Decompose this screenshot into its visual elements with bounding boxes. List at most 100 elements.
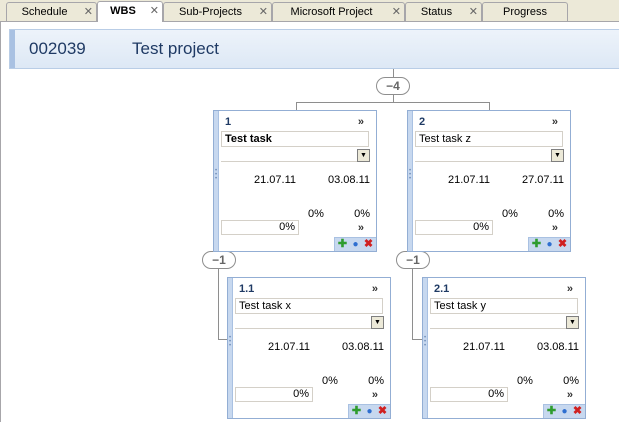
- percent-value: 0%: [563, 375, 579, 387]
- tab-label: WBS: [110, 5, 136, 17]
- expand-details-button[interactable]: »: [372, 283, 378, 295]
- end-date: 03.08.11: [536, 341, 579, 353]
- wbs-card-2-1[interactable]: • • • 2.1 » Test task y ▼ 21.07.11 03.08.1…: [422, 277, 586, 419]
- close-icon[interactable]: ✕: [259, 5, 268, 18]
- card-actions: ✚ ● ✖: [528, 237, 570, 251]
- connector-line: [393, 94, 394, 102]
- expand-details-button[interactable]: »: [552, 116, 558, 128]
- grip-dots-icon: • • •: [424, 335, 427, 349]
- task-name-field[interactable]: Test task y: [430, 298, 578, 314]
- delete-icon[interactable]: ✖: [363, 239, 374, 250]
- drag-handle[interactable]: • • •: [214, 111, 219, 251]
- percent-value: 0%: [517, 375, 533, 387]
- add-icon[interactable]: ✚: [351, 406, 362, 417]
- wbs-number: 2: [419, 116, 426, 128]
- card-actions: ✚ ● ✖: [348, 404, 390, 418]
- close-icon[interactable]: ✕: [84, 5, 93, 18]
- connector-line: [412, 339, 422, 340]
- drag-handle[interactable]: • • •: [423, 278, 428, 418]
- percent-value: 0%: [548, 208, 564, 220]
- drag-handle[interactable]: • • •: [228, 278, 233, 418]
- project-header: 002039 Test project: [9, 29, 619, 69]
- tab-label: Progress: [502, 6, 548, 18]
- tab-label: Status: [420, 6, 453, 18]
- card-actions: ✚ ● ✖: [334, 237, 376, 251]
- card-actions: ✚ ● ✖: [543, 404, 585, 418]
- tab-sub-projects[interactable]: Sub-Projects ✕: [163, 2, 272, 21]
- dropdown-field[interactable]: [430, 328, 566, 329]
- tab-progress[interactable]: Progress: [482, 2, 568, 21]
- info-icon[interactable]: ●: [559, 406, 570, 417]
- grip-dots-icon: • • •: [409, 168, 412, 182]
- expand-progress-button[interactable]: »: [372, 389, 378, 401]
- wbs-number: 1.1: [239, 283, 255, 295]
- tab-strip: Schedule ✕ WBS ✕ Sub-Projects ✕ Microsof…: [0, 0, 619, 22]
- tab-microsoft-project[interactable]: Microsoft Project ✕: [272, 2, 405, 21]
- tab-label: Microsoft Project: [290, 6, 373, 18]
- expand-progress-button[interactable]: »: [552, 222, 558, 234]
- tab-status[interactable]: Status ✕: [405, 2, 482, 21]
- info-icon[interactable]: ●: [364, 406, 375, 417]
- header-stripe: [10, 30, 15, 68]
- collapse-toggle-project[interactable]: −4: [376, 77, 410, 95]
- dropdown-field[interactable]: [235, 328, 371, 329]
- connector-line: [296, 102, 297, 110]
- tab-schedule[interactable]: Schedule ✕: [6, 2, 97, 21]
- info-icon[interactable]: ●: [350, 239, 361, 250]
- delete-icon[interactable]: ✖: [557, 239, 568, 250]
- start-date: 21.07.11: [463, 341, 506, 353]
- info-icon[interactable]: ●: [544, 239, 555, 250]
- connector-line: [218, 339, 227, 340]
- percent-value: 0%: [354, 208, 370, 220]
- expand-details-button[interactable]: »: [358, 116, 364, 128]
- percent-complete-field[interactable]: 0%: [415, 220, 493, 235]
- delete-icon[interactable]: ✖: [377, 406, 388, 417]
- expand-details-button[interactable]: »: [567, 283, 573, 295]
- task-name-field[interactable]: Test task x: [235, 298, 383, 314]
- dropdown-arrow-icon[interactable]: ▼: [566, 316, 579, 329]
- tab-wbs[interactable]: WBS ✕: [97, 1, 163, 22]
- drag-handle[interactable]: • • •: [408, 111, 413, 251]
- connector-line: [296, 102, 490, 103]
- start-date: 21.07.11: [268, 341, 311, 353]
- connector-line: [489, 102, 490, 110]
- wbs-number: 2.1: [434, 283, 450, 295]
- expand-progress-button[interactable]: »: [358, 222, 364, 234]
- start-date: 21.07.11: [448, 174, 491, 186]
- collapse-toggle-task-2[interactable]: −1: [396, 251, 430, 269]
- dropdown-field[interactable]: [221, 161, 357, 162]
- wbs-card-1-1[interactable]: • • • 1.1 » Test task x ▼ 21.07.11 03.08.1…: [227, 277, 391, 419]
- close-icon[interactable]: ✕: [392, 5, 401, 18]
- connector-line: [218, 269, 219, 339]
- close-icon[interactable]: ✕: [469, 5, 478, 18]
- close-icon[interactable]: ✕: [150, 4, 159, 17]
- collapse-toggle-task-1[interactable]: −1: [202, 251, 236, 269]
- project-id: 002039: [29, 39, 86, 58]
- dropdown-arrow-icon[interactable]: ▼: [371, 316, 384, 329]
- percent-value: 0%: [308, 208, 324, 220]
- dropdown-field[interactable]: [415, 161, 551, 162]
- grip-dots-icon: • • •: [215, 168, 218, 182]
- add-icon[interactable]: ✚: [546, 406, 557, 417]
- task-name-field[interactable]: Test task z: [415, 131, 563, 147]
- wbs-card-2[interactable]: • • • 2 » Test task z ▼ 21.07.11 27.07.11 …: [407, 110, 571, 252]
- add-icon[interactable]: ✚: [337, 239, 348, 250]
- end-date: 03.08.11: [327, 174, 370, 186]
- start-date: 21.07.11: [254, 174, 297, 186]
- percent-value: 0%: [502, 208, 518, 220]
- task-name-field[interactable]: Test task: [221, 131, 369, 147]
- tab-label: Schedule: [21, 6, 68, 18]
- dropdown-arrow-icon[interactable]: ▼: [357, 149, 370, 162]
- dropdown-arrow-icon[interactable]: ▼: [551, 149, 564, 162]
- wbs-card-1[interactable]: • • • 1 » Test task ▼ 21.07.11 03.08.11 0%…: [213, 110, 377, 252]
- percent-complete-field[interactable]: 0%: [221, 220, 299, 235]
- add-icon[interactable]: ✚: [531, 239, 542, 250]
- percent-complete-field[interactable]: 0%: [430, 387, 508, 402]
- percent-complete-field[interactable]: 0%: [235, 387, 313, 402]
- delete-icon[interactable]: ✖: [572, 406, 583, 417]
- grip-dots-icon: • • •: [229, 335, 232, 349]
- project-title: Test project: [132, 39, 219, 58]
- connector-line: [412, 269, 413, 339]
- end-date: 27.07.11: [521, 174, 564, 186]
- expand-progress-button[interactable]: »: [567, 389, 573, 401]
